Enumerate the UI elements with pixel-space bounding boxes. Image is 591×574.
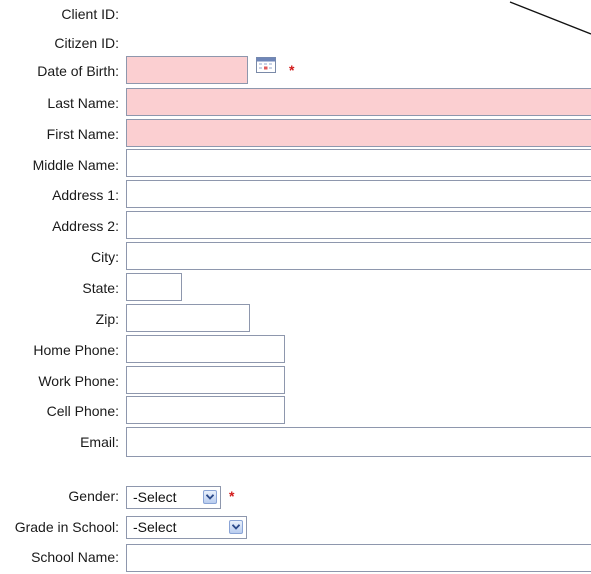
work-phone-field[interactable] [126, 366, 285, 394]
city-field[interactable] [126, 242, 591, 270]
email-label: Email: [80, 434, 119, 450]
first-name-label: First Name: [46, 126, 119, 142]
school-name-label: School Name: [31, 549, 119, 565]
middle-name-field[interactable] [126, 149, 591, 177]
city-label: City: [91, 249, 119, 265]
grade-label: Grade in School: [14, 519, 119, 535]
address1-label: Address 1: [52, 187, 119, 203]
address2-field[interactable] [126, 211, 591, 239]
work-phone-label: Work Phone: [38, 373, 119, 389]
zip-label: Zip: [95, 311, 119, 327]
client-id-label: Client ID: [61, 6, 119, 22]
calendar-icon[interactable] [256, 57, 276, 73]
chevron-down-icon[interactable] [203, 490, 217, 504]
zip-field[interactable] [126, 304, 250, 332]
gender-label: Gender: [68, 488, 119, 504]
address2-label: Address 2: [52, 218, 119, 234]
grade-select[interactable]: -Select [126, 516, 247, 539]
chevron-down-icon[interactable] [229, 520, 243, 534]
school-name-field[interactable] [126, 544, 591, 572]
dob-label: Date of Birth: [37, 63, 119, 79]
cell-phone-field[interactable] [126, 396, 285, 424]
dob-required-marker: * [289, 62, 295, 78]
cell-phone-label: Cell Phone: [46, 403, 119, 419]
middle-name-label: Middle Name: [32, 157, 119, 173]
state-label: State: [82, 280, 119, 296]
first-name-field[interactable] [126, 119, 591, 147]
gender-selected-value: -Select [133, 489, 177, 505]
dob-field[interactable] [126, 56, 248, 84]
email-field[interactable] [126, 427, 591, 457]
home-phone-label: Home Phone: [33, 342, 119, 358]
gender-required-marker: * [229, 488, 235, 504]
last-name-label: Last Name: [47, 95, 119, 111]
home-phone-field[interactable] [126, 335, 285, 363]
address1-field[interactable] [126, 180, 591, 208]
last-name-field[interactable] [126, 88, 591, 116]
citizen-id-label: Citizen ID: [54, 35, 119, 51]
state-field[interactable] [126, 273, 182, 301]
grade-selected-value: -Select [133, 519, 177, 535]
gender-select[interactable]: -Select [126, 486, 221, 509]
